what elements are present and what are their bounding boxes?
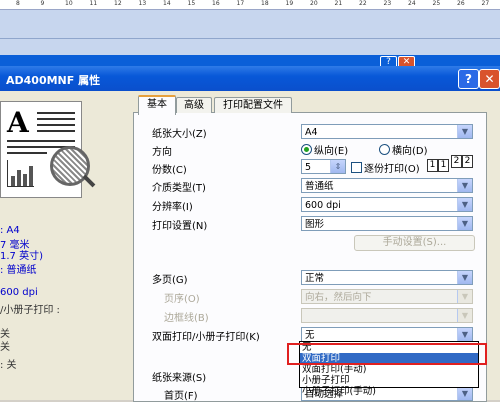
collate-checkbox[interactable]: 逐份打印(O) [351,160,420,175]
portrait-radio[interactable]: 纵向(E) [301,142,348,157]
multi-page-select[interactable]: 正常 ▼ [301,270,473,285]
document-background [0,10,500,56]
summary-item-off-2: 关 [0,342,10,353]
spinner-arrows-icon: ⇕ [330,160,345,173]
chevron-down-icon: ▼ [457,328,472,341]
landscape-radio[interactable]: 横向(D) [379,142,428,157]
ruler-tick: 13 [138,0,147,7]
chevron-down-icon: ▼ [457,309,472,322]
duplex-select[interactable]: 无 ▼ [301,327,473,342]
ruler-tick: 26 [457,0,465,7]
ruler-tick: 23 [383,0,392,7]
preview-chart-icon [7,160,34,187]
media-type-select[interactable]: 普通纸 ▼ [301,178,473,193]
chevron-down-icon: ▼ [457,179,472,192]
summary-item-off-3: : 关 [0,360,17,371]
page-order-select[interactable]: 向右，然后向下 ▼ [301,289,473,304]
chevron-down-icon: ▼ [457,125,472,138]
resolution-label: 分辨率(I) [152,202,193,213]
page-order-label: 页序(O) [164,294,200,305]
ruler-tick: 15 [187,0,196,7]
copies-spinner[interactable]: 5 ⇕ [301,159,346,174]
ruler-tick: 25 [432,0,441,7]
border-line-label: 边框线(B) [164,313,209,324]
ruler-tick: 8 [16,0,20,7]
paper-size-select[interactable]: A4 ▼ [301,124,473,139]
ruler-tick: 9 [40,0,45,7]
ruler-tick: 11 [89,0,98,7]
ruler-tick: 17 [236,0,245,7]
resolution-select[interactable]: 600 dpi ▼ [301,197,473,212]
ruler-tick: 22 [359,0,367,7]
summary-media: : 普通纸 [0,265,37,276]
ruler-tick: 12 [114,0,122,7]
chevron-down-icon: ▼ [457,217,472,230]
paper-size-label: 纸张大小(Z) [152,129,207,140]
ruler-tick: 16 [212,0,220,7]
border-line-select[interactable]: ▼ [301,308,473,323]
chevron-down-icon: ▼ [457,290,472,303]
tab-basic[interactable]: 基本 [138,95,176,115]
close-button[interactable]: ✕ [479,69,500,89]
summary-resolution: 600 dpi [0,287,38,298]
ruler-tick: 24 [408,0,416,7]
ruler-tick: 19 [285,0,294,7]
tab-print-profiles[interactable]: 打印配置文件 [214,97,292,113]
media-type-label: 介质类型(T) [152,183,206,194]
chevron-down-icon: ▼ [457,198,472,211]
highlight-annotation [287,343,487,365]
ruler-tick: 14 [163,0,171,7]
duplex-label: 双面打印/小册子打印(K) [152,332,260,343]
print-settings-label: 打印设置(N) [152,221,208,232]
dialog-titlebar: AD400MNF 属性 ? ✕ [0,66,500,91]
duplex-option[interactable]: 小册子打印(手动) [300,386,478,397]
chevron-down-icon: ▼ [457,271,472,284]
summary-size-inch: 1.7 英寸) [0,251,43,262]
help-button[interactable]: ? [458,69,479,89]
ruler-tick: 27 [481,0,490,7]
dialog-title: AD400MNF 属性 [6,74,101,87]
ruler-tick: 10 [65,0,73,7]
ruler-tick: 20 [310,0,318,7]
ruler-tick: 18 [261,0,269,7]
multi-page-label: 多页(G) [152,275,188,286]
paper-source-label: 纸张来源(S) [152,373,207,384]
orientation-label: 方向 [152,147,172,158]
copies-label: 份数(C) [152,165,187,176]
duplex-option[interactable]: 小册子打印 [300,375,478,386]
preview-letter: A [7,106,29,139]
summary-duplex: /小册子打印 : [0,305,60,316]
summary-paper: : A4 [0,225,20,236]
ruler-tick: 21 [334,0,343,7]
duplex-option[interactable]: 双面打印(手动) [300,364,478,375]
tab-advanced[interactable]: 高级 [176,97,212,113]
ruler: 8 9 10 11 12 13 14 15 16 17 18 19 20 21 22 23 24 25 26 27 [0,0,500,10]
print-settings-select[interactable]: 图形 ▼ [301,216,473,231]
preview-pane: A : A4 7 毫米 1.7 英寸) : 普通纸 600 dpi /小册子打印… [0,91,130,400]
manual-settings-button[interactable]: 手动设置(S)... [354,235,475,251]
magnifier-icon [50,146,90,186]
